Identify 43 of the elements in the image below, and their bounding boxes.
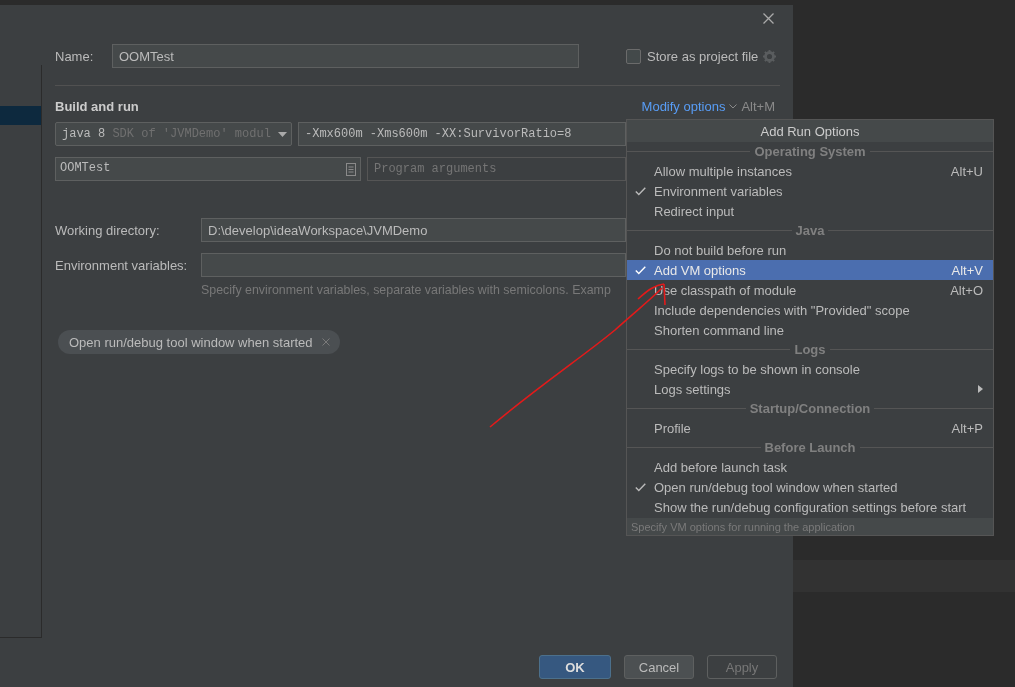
option-chip[interactable]: Open run/debug tool window when started — [58, 330, 340, 354]
menu-section-header: Java — [794, 223, 826, 238]
remove-icon[interactable] — [321, 338, 330, 346]
menu-section-header: Logs — [793, 342, 827, 357]
menu-section-header: Startup/Connection — [748, 401, 872, 416]
store-checkbox[interactable] — [626, 48, 641, 64]
environment-variables-hint: Specify environment variables, separate variables with semicolons. Examp — [201, 283, 611, 297]
dialog-button[interactable]: Cancel — [624, 655, 694, 679]
caret-icon — [729, 103, 738, 109]
environment-variables-field[interactable] — [201, 253, 626, 277]
settings-icon[interactable] — [763, 49, 777, 63]
menu-item[interactable]: Add VM options Alt+V — [627, 260, 993, 280]
dialog-button[interactable]: OK — [539, 655, 611, 679]
working-directory-label: Working directory: — [55, 222, 161, 238]
working-directory-field[interactable]: D:\develop\ideaWorkspace\JVMDemo — [201, 218, 626, 242]
menu-item[interactable]: Profile Alt+P — [627, 418, 993, 438]
menu-item[interactable]: Logs settings — [627, 379, 993, 399]
section-title: Build and run — [55, 98, 139, 114]
name-label: Name: — [55, 48, 95, 64]
menu-item[interactable]: Show the run/debug configuration settings before start — [627, 497, 993, 517]
menu-item[interactable]: Shorten command line — [627, 320, 993, 340]
dropdown-arrow-icon[interactable] — [278, 131, 287, 137]
vm-options-field[interactable]: -Xmx600m -Xms600m -XX:SurvivorRatio=8 — [298, 122, 626, 146]
menu-item[interactable]: Do not build before run — [627, 240, 993, 260]
menu-item[interactable]: Open run/debug tool window when started — [627, 477, 993, 497]
menu-section-header: Before Launch — [763, 440, 857, 455]
program-arguments-field[interactable]: Program arguments — [367, 157, 626, 181]
menu-title: Add Run Options — [627, 120, 993, 142]
menu-item[interactable]: Environment variables — [627, 181, 993, 201]
main-class-field[interactable]: OOMTest — [55, 157, 361, 181]
store-checkbox-label[interactable]: Store as project file — [647, 48, 759, 64]
menu-section-header: Operating System — [753, 144, 867, 159]
menu-item[interactable]: Redirect input — [627, 201, 993, 221]
modify-options-link[interactable]: Modify options — [641, 98, 726, 114]
name-field[interactable]: OOMTest — [112, 44, 579, 68]
menu-item[interactable]: Specify logs to be shown in console — [627, 359, 993, 379]
browse-icon[interactable] — [346, 162, 356, 176]
shortcut-hint: Alt+M — [741, 98, 775, 114]
menu-item[interactable]: Add before launch task — [627, 457, 993, 477]
close-icon[interactable] — [763, 13, 774, 24]
environment-variables-label: Environment variables: — [55, 257, 189, 273]
menu-item[interactable]: Include dependencies with "Provided" scope — [627, 300, 993, 320]
menu-item[interactable]: Allow multiple instances Alt+U — [627, 161, 993, 181]
